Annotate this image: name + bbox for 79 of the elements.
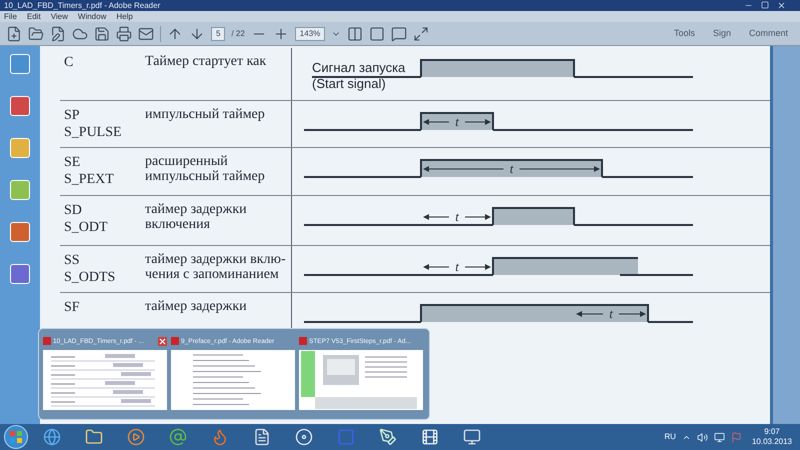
page-count: / 22 — [231, 28, 245, 40]
comment-icon[interactable] — [391, 26, 408, 42]
clock-time[interactable]: 9:07 — [764, 427, 780, 437]
speaker-icon[interactable] — [696, 432, 708, 442]
maximize-icon[interactable] — [761, 1, 769, 9]
language-indicator[interactable]: RU — [664, 431, 676, 443]
timer-description: импульсный таймер — [145, 169, 265, 184]
desktop-icon[interactable] — [10, 96, 30, 116]
timer-description: таймер задержки — [145, 202, 247, 217]
document-icon[interactable] — [253, 428, 271, 446]
timer-description: расширенный — [145, 154, 228, 169]
fit-page-icon[interactable] — [347, 26, 364, 42]
clock-date[interactable]: 10.03.2013 — [752, 437, 792, 447]
duration-label: t — [609, 306, 613, 321]
duration-label: t — [455, 114, 459, 129]
globe-icon[interactable] — [43, 428, 61, 446]
pdf-icon — [43, 337, 51, 345]
disc-icon[interactable] — [295, 428, 313, 446]
zoom-field[interactable]: 143% — [294, 26, 326, 40]
menu-item[interactable]: Edit — [26, 12, 41, 22]
film-icon[interactable] — [421, 428, 439, 446]
timer-description: таймер задержки — [145, 299, 247, 314]
pen-icon[interactable] — [379, 428, 397, 446]
duration-arrow — [423, 214, 491, 220]
timer-code: C — [64, 54, 74, 71]
folder-icon[interactable] — [85, 428, 103, 446]
timer-code: SS — [64, 252, 80, 269]
desktop-icon[interactable] — [10, 54, 30, 74]
screen-icon[interactable] — [463, 428, 481, 446]
start-button[interactable] — [4, 425, 28, 449]
timer-code: S_ODTS — [64, 269, 116, 286]
menu-item[interactable]: Help — [116, 12, 133, 22]
window-preview[interactable] — [299, 350, 423, 410]
timer-description: чения с запоминанием — [145, 267, 279, 282]
expand-icon[interactable] — [413, 26, 430, 42]
timer-code: SP — [64, 107, 80, 124]
timer-description: включения — [145, 217, 210, 232]
pdf-icon — [299, 337, 307, 345]
timer-code: S_ODT — [64, 219, 108, 236]
page-icon[interactable] — [6, 26, 22, 42]
pdf-icon — [171, 337, 179, 345]
play-icon[interactable] — [127, 428, 145, 446]
window-preview[interactable] — [171, 350, 295, 410]
signal-label: Сигнал запуска — [312, 60, 406, 75]
timer-code: SF — [64, 299, 80, 316]
signal-label: (Start signal) — [312, 76, 386, 91]
timer-description: Таймер стартует как — [145, 54, 266, 69]
panel-button[interactable]: Comment — [742, 26, 794, 40]
windows-logo-icon — [10, 431, 22, 443]
mail-icon[interactable] — [138, 26, 154, 42]
duration-arrow — [423, 119, 491, 125]
duration-label: t — [510, 161, 514, 176]
duration-arrow — [423, 264, 491, 270]
timer-code: S_PULSE — [64, 124, 122, 141]
timer-description: импульсный таймер — [145, 107, 265, 122]
menu-item[interactable]: Window — [78, 12, 106, 22]
duration-label: t — [455, 259, 459, 274]
page-field[interactable]: 5 — [211, 26, 226, 40]
close-icon[interactable] — [777, 1, 786, 10]
edit-icon[interactable] — [50, 26, 66, 42]
menu-item[interactable]: View — [50, 12, 68, 22]
desktop-icon[interactable] — [10, 222, 30, 242]
save-icon[interactable] — [94, 26, 110, 42]
duration-arrow — [576, 311, 646, 317]
timer-description: таймер задержки вклю- — [145, 252, 286, 267]
close-icon[interactable] — [158, 336, 167, 346]
window-title: 10_LAD_FBD_Timers_r.pdf - Adobe Reader — [4, 0, 160, 10]
panel-button[interactable]: Sign — [706, 26, 737, 40]
timer-code: S_PEXT — [64, 171, 114, 188]
folder-icon[interactable] — [28, 26, 44, 42]
scrollbar[interactable] — [770, 46, 800, 424]
duration-label: t — [455, 209, 459, 224]
at-icon[interactable] — [169, 428, 187, 446]
timer-code: SE — [64, 154, 80, 171]
timer-code: SD — [64, 202, 82, 219]
print-icon[interactable] — [116, 26, 132, 42]
panel-button[interactable]: Tools — [668, 26, 701, 40]
desktop-icon[interactable] — [10, 264, 30, 284]
menu-item[interactable]: File — [4, 12, 17, 22]
